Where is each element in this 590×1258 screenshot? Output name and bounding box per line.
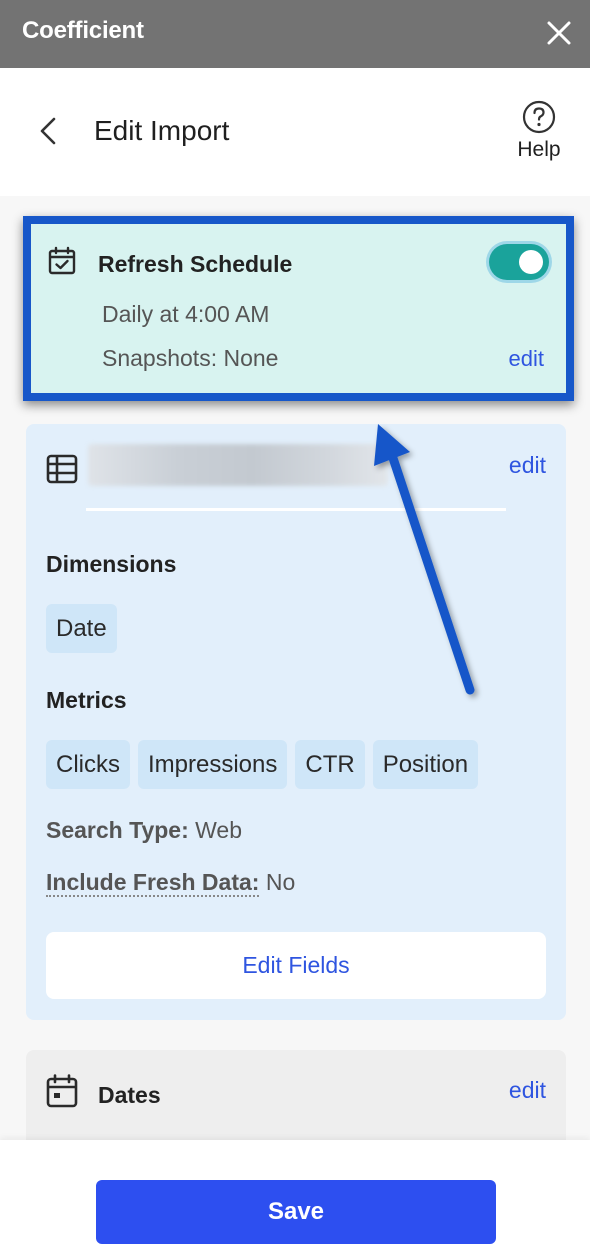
fresh-data-value: No [265,869,296,895]
dates-card: Dates edit [26,1050,566,1140]
dimensions-list: Date [46,604,117,653]
title-bar: Coefficient [0,0,590,68]
page-header: Edit Import Help [0,68,590,196]
metric-chip: Impressions [138,740,288,789]
page-title: Edit Import [94,115,230,146]
table-icon [46,454,78,484]
search-type-label: Search Type: [46,817,189,843]
dates-title: Dates [98,1082,161,1108]
metric-chip: Position [372,740,479,789]
close-icon[interactable] [544,18,574,48]
source-name-redacted [88,444,388,486]
dates-edit-link[interactable]: edit [509,1077,546,1104]
refresh-schedule-title: Refresh Schedule [98,251,293,277]
footer: Save [0,1140,590,1258]
calendar-icon [46,1074,78,1108]
scroll-area[interactable]: Refresh Schedule Daily at 4:00 AM Snapsh… [0,196,590,1140]
refresh-schedule-toggle[interactable] [489,244,549,280]
import-details-card: edit Dimensions Date Metrics Clicks Impr… [26,424,566,1020]
metric-chip: CTR [295,740,365,789]
app-title: Coefficient [22,17,144,44]
fresh-data-label[interactable]: Include Fresh Data: [46,869,260,897]
help-button[interactable]: Help [512,100,566,162]
metrics-heading: Metrics [46,687,127,713]
import-source-edit-link[interactable]: edit [509,452,546,479]
search-type-value: Web [195,817,243,843]
metrics-list: Clicks Impressions CTR Position [46,740,479,789]
help-icon [522,100,556,134]
back-arrow-icon[interactable] [34,116,62,146]
dimension-chip: Date [46,604,117,653]
fresh-data-row: Include Fresh Data: No [46,869,296,897]
help-label: Help [517,138,561,161]
dimensions-heading: Dimensions [46,551,177,577]
divider [86,508,506,511]
toggle-knob [519,250,543,274]
search-type-row: Search Type: Web [46,817,242,844]
calendar-check-icon [47,246,77,276]
edit-fields-button[interactable]: Edit Fields [46,932,546,999]
snapshots-text: Snapshots: None [102,345,279,371]
schedule-text: Daily at 4:00 AM [102,301,270,327]
refresh-schedule-card: Refresh Schedule Daily at 4:00 AM Snapsh… [23,216,574,401]
save-button[interactable]: Save [96,1180,496,1244]
metric-chip: Clicks [46,740,130,789]
refresh-schedule-edit-link[interactable]: edit [509,346,544,372]
